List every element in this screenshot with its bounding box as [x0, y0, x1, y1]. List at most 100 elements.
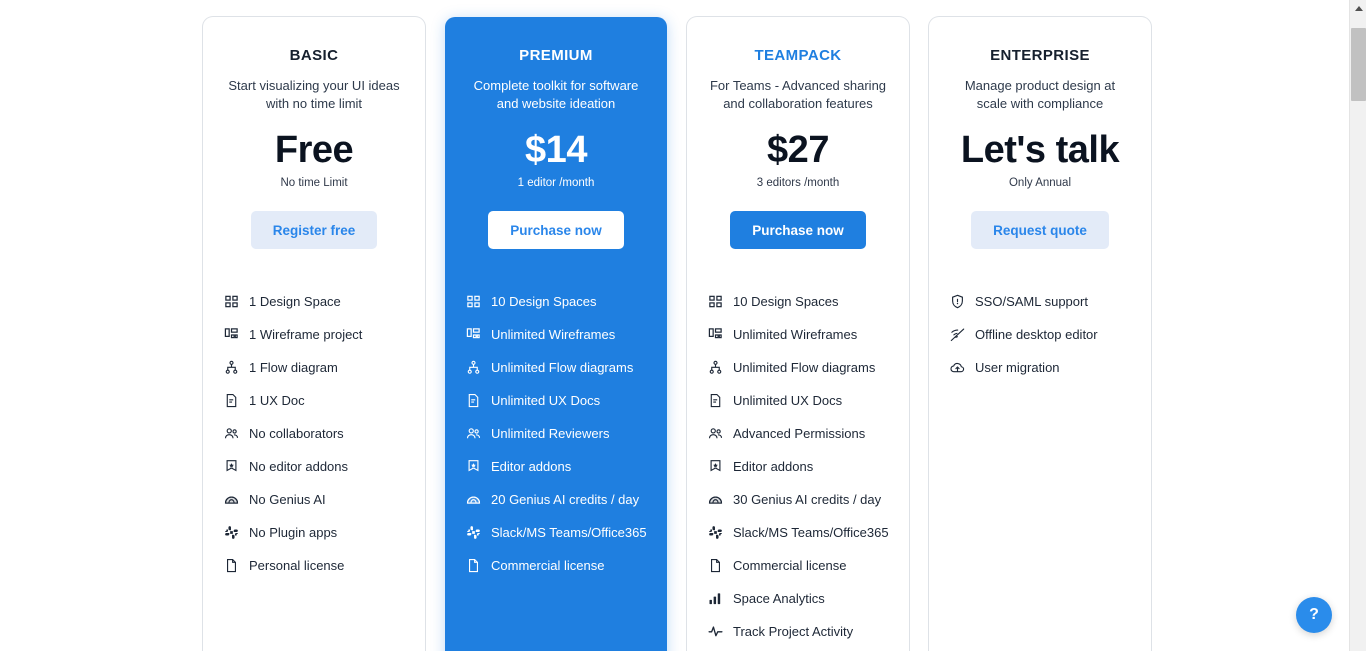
- feature-label: 1 UX Doc: [249, 393, 305, 408]
- feature-label: Commercial license: [733, 558, 847, 573]
- scroll-up-arrow-icon[interactable]: [1350, 0, 1366, 17]
- vertical-scrollbar[interactable]: [1349, 0, 1366, 651]
- bookmark-icon: [707, 459, 723, 475]
- wireframe-icon: [707, 327, 723, 343]
- feature-item: Unlimited Wireframes: [465, 318, 647, 351]
- feature-item: 10 Design Spaces: [465, 285, 647, 318]
- plan-cta-button[interactable]: Purchase now: [488, 211, 624, 249]
- document-icon: [465, 393, 481, 409]
- plan-billing-period: No time Limit: [280, 177, 348, 189]
- genius-ai-icon: [465, 492, 481, 508]
- feature-item: 1 Wireframe project: [223, 318, 405, 351]
- plan-billing-period: 1 editor /month: [517, 177, 595, 189]
- feature-item: Unlimited Flow diagrams: [707, 351, 889, 384]
- pricing-plans-grid: BASIC Start visualizing your UI ideas wit…: [203, 17, 1151, 651]
- feature-item: 20 Genius AI credits / day: [465, 483, 647, 516]
- feature-label: 1 Flow diagram: [249, 360, 338, 375]
- feature-label: No editor addons: [249, 459, 349, 474]
- feature-item: Editor addons: [707, 450, 889, 483]
- bar-chart-icon: [707, 591, 723, 607]
- feature-label: 1 Wireframe project: [249, 327, 363, 342]
- feature-item: No editor addons: [223, 450, 405, 483]
- feature-label: 10 Design Spaces: [491, 294, 597, 309]
- feature-item: SSO/SAML support: [949, 285, 1131, 318]
- feature-label: 1 Design Space: [249, 294, 341, 309]
- shield-icon: [949, 294, 965, 310]
- activity-icon: [707, 624, 723, 640]
- genius-ai-icon: [223, 492, 239, 508]
- feature-item: Commercial license: [707, 549, 889, 582]
- plan-cta-wrapper: Purchase now: [707, 211, 889, 249]
- plan-cta-button[interactable]: Request quote: [971, 211, 1109, 249]
- plan-card-basic: BASIC Start visualizing your UI ideas wit…: [203, 17, 425, 651]
- feature-item: Advanced Permissions: [707, 417, 889, 450]
- feature-label: Personal license: [249, 558, 345, 573]
- feature-item: Unlimited Wireframes: [707, 318, 889, 351]
- feature-label: Unlimited Flow diagrams: [491, 360, 634, 375]
- grid-icon: [707, 294, 723, 310]
- document-icon: [707, 393, 723, 409]
- help-button[interactable]: ?: [1296, 597, 1332, 633]
- users-icon: [223, 426, 239, 442]
- plan-description: Manage product design at scale with comp…: [964, 78, 1116, 111]
- feature-item: 1 UX Doc: [223, 384, 405, 417]
- plan-name: TEAMPACK: [754, 47, 842, 64]
- plugin-icon: [223, 525, 239, 541]
- plan-price: Free: [274, 129, 354, 171]
- feature-item: Unlimited Reviewers: [465, 417, 647, 450]
- file-icon: [707, 558, 723, 574]
- feature-label: 30 Genius AI credits / day: [733, 492, 882, 507]
- cloud-upload-icon: [949, 360, 965, 376]
- plan-billing-period: Only Annual: [1008, 177, 1071, 189]
- feature-label: Slack/MS Teams/Office365: [491, 525, 647, 540]
- feature-item: Space Analytics: [707, 582, 889, 615]
- feature-label: 20 Genius AI credits / day: [491, 492, 640, 507]
- plan-name: ENTERPRISE: [990, 47, 1090, 64]
- feature-item: No Genius AI: [223, 483, 405, 516]
- plugin-icon: [707, 525, 723, 541]
- feature-label: Advanced Permissions: [733, 426, 866, 441]
- feature-label: User migration: [975, 360, 1060, 375]
- plan-cta-button[interactable]: Purchase now: [730, 211, 866, 249]
- feature-item: Slack/MS Teams/Office365: [465, 516, 647, 549]
- feature-item: 10 Design Spaces: [707, 285, 889, 318]
- feature-label: Unlimited Wireframes: [733, 327, 858, 342]
- plan-card-enterprise: ENTERPRISE Manage product design at scale…: [929, 17, 1151, 651]
- flow-icon: [223, 360, 239, 376]
- wireframe-icon: [223, 327, 239, 343]
- wireframe-icon: [465, 327, 481, 343]
- feature-label: Space Analytics: [733, 591, 825, 606]
- bookmark-icon: [465, 459, 481, 475]
- feature-item: 30 Genius AI credits / day: [707, 483, 889, 516]
- feature-label: Unlimited Flow diagrams: [733, 360, 876, 375]
- feature-item: 1 Design Space: [223, 285, 405, 318]
- feature-label: Editor addons: [733, 459, 814, 474]
- flow-icon: [707, 360, 723, 376]
- flow-icon: [465, 360, 481, 376]
- feature-label: Unlimited UX Docs: [491, 393, 601, 408]
- genius-ai-icon: [707, 492, 723, 508]
- wifi-off-icon: [949, 327, 965, 343]
- feature-item: Unlimited Flow diagrams: [465, 351, 647, 384]
- users-icon: [707, 426, 723, 442]
- file-icon: [465, 558, 481, 574]
- plugin-icon: [465, 525, 481, 541]
- plan-card-premium: PREMIUM Complete toolkit for software and…: [445, 17, 667, 651]
- plan-price: $27: [767, 129, 829, 171]
- plan-cta-button[interactable]: Register free: [250, 211, 378, 249]
- plan-name: BASIC: [289, 47, 339, 64]
- feature-item: Slack/MS Teams/Office365: [707, 516, 889, 549]
- plan-description: Complete toolkit for software and websit…: [473, 78, 639, 111]
- feature-label: Commercial license: [491, 558, 605, 573]
- feature-label: Unlimited Wireframes: [491, 327, 616, 342]
- feature-item: Unlimited UX Docs: [465, 384, 647, 417]
- feature-label: No collaborators: [249, 426, 344, 441]
- plan-price: Let's talk: [960, 129, 1120, 171]
- document-icon: [223, 393, 239, 409]
- feature-label: Unlimited Reviewers: [491, 426, 610, 441]
- feature-label: Offline desktop editor: [975, 327, 1098, 342]
- feature-item: Commercial license: [465, 549, 647, 582]
- bookmark-icon: [223, 459, 239, 475]
- feature-item: No collaborators: [223, 417, 405, 450]
- scrollbar-thumb[interactable]: [1351, 28, 1366, 101]
